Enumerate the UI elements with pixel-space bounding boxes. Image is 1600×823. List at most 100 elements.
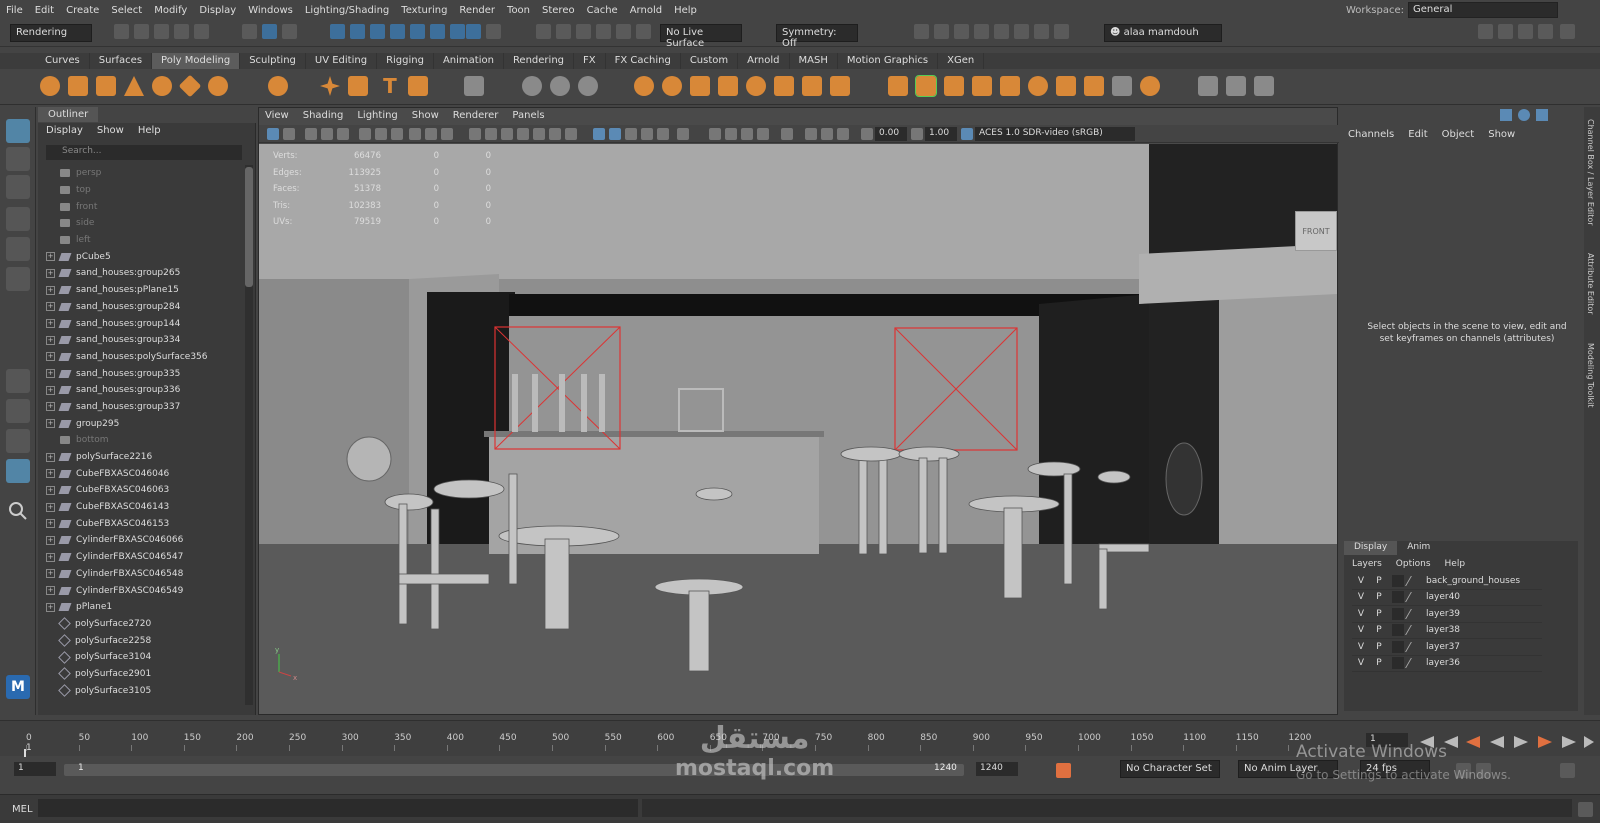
- anti-aliasing-icon[interactable]: [657, 128, 669, 140]
- panel-layout-icon-1[interactable]: [1478, 24, 1493, 39]
- boolean-icon[interactable]: [718, 76, 738, 96]
- outliner-item[interactable]: polySurface3104: [46, 649, 246, 666]
- layer-tab-anim[interactable]: Anim: [1397, 541, 1440, 555]
- mirror-icon[interactable]: [802, 76, 822, 96]
- layer-menu-options[interactable]: Options: [1396, 559, 1431, 569]
- image-plane-icon[interactable]: [321, 128, 333, 140]
- outliner-item[interactable]: + CubeFBXASC046046: [46, 465, 246, 482]
- outliner-item[interactable]: + sand_houses:group334: [46, 332, 246, 349]
- expand-icon[interactable]: +: [46, 552, 55, 562]
- bridge-icon[interactable]: [944, 76, 964, 96]
- bevel-icon[interactable]: [915, 75, 937, 97]
- menu-select[interactable]: Select: [111, 5, 142, 16]
- rotate-tool-icon[interactable]: [6, 237, 30, 261]
- mesh-display-icon[interactable]: [464, 76, 484, 96]
- expand-icon[interactable]: +: [46, 285, 55, 295]
- tab-arnold[interactable]: Arnold: [738, 53, 790, 69]
- outliner-item[interactable]: polySurface2720: [46, 616, 246, 633]
- expand-icon[interactable]: +: [46, 586, 55, 596]
- gamma-icon[interactable]: [911, 128, 923, 140]
- outliner-item[interactable]: + sand_houses:pPlane15: [46, 282, 246, 299]
- layer-row[interactable]: V Player40: [1352, 590, 1542, 606]
- uv-snapshot-icon[interactable]: [578, 76, 598, 96]
- outliner-scroll-thumb[interactable]: [245, 167, 253, 287]
- outliner-item[interactable]: + CylinderFBXASC046547: [46, 549, 246, 566]
- sphere-type-icon[interactable]: [348, 76, 368, 96]
- undo-icon[interactable]: [174, 24, 189, 39]
- layer-color-swatch[interactable]: [1392, 640, 1404, 653]
- outliner-item[interactable]: + pPlane1: [46, 599, 246, 616]
- help-snap-icon[interactable]: [466, 24, 481, 39]
- magnet-icon[interactable]: [596, 24, 611, 39]
- cursor-mode-icon[interactable]: [781, 128, 793, 140]
- channel-box-toggle-icon[interactable]: [1500, 109, 1512, 121]
- field-chart-icon[interactable]: [409, 128, 421, 140]
- planar-uv-icon[interactable]: [1198, 76, 1218, 96]
- layer-playback-toggle[interactable]: P: [1370, 592, 1388, 602]
- snap-surface-icon[interactable]: [410, 24, 425, 39]
- outliner-item[interactable]: + CubeFBXASC046143: [46, 499, 246, 516]
- layer-visibility-toggle[interactable]: V: [1352, 576, 1370, 586]
- menu-file[interactable]: File: [6, 5, 23, 16]
- select-component-icon[interactable]: [282, 24, 297, 39]
- ipr-label-icon[interactable]: [954, 24, 969, 39]
- layer-color-swatch[interactable]: [1392, 591, 1404, 604]
- expand-icon[interactable]: +: [46, 519, 55, 529]
- layer-playback-toggle[interactable]: P: [1370, 642, 1388, 652]
- outliner-item[interactable]: + polySurface2216: [46, 449, 246, 466]
- poly-plane-icon[interactable]: [178, 74, 202, 98]
- tab-sculpting[interactable]: Sculpting: [240, 53, 306, 69]
- shadows-icon[interactable]: [549, 128, 561, 140]
- poly-sphere-icon[interactable]: [40, 76, 60, 96]
- symmetry-select[interactable]: Symmetry: Off: [776, 24, 858, 49]
- scale-tool-icon[interactable]: [6, 267, 30, 291]
- panel-layout-icon-4[interactable]: [1538, 24, 1553, 39]
- menu-lighting-shading[interactable]: Lighting/Shading: [305, 5, 389, 16]
- cv-curve-icon[interactable]: [550, 76, 570, 96]
- construction-icon[interactable]: [576, 24, 591, 39]
- menu-texturing[interactable]: Texturing: [401, 5, 447, 16]
- outliner-search-input[interactable]: Search...: [46, 145, 242, 160]
- new-scene-icon[interactable]: [114, 24, 129, 39]
- outliner-item[interactable]: + sand_houses:group284: [46, 299, 246, 316]
- viewport-panel[interactable]: View Shading Lighting Show Renderer Panels: [258, 107, 1339, 715]
- outliner-item[interactable]: + CylinderFBXASC046548: [46, 566, 246, 583]
- smooth-icon[interactable]: [746, 76, 766, 96]
- tab-fx-caching[interactable]: FX Caching: [606, 53, 681, 69]
- select-tool-icon[interactable]: [6, 119, 30, 143]
- expand-icon[interactable]: +: [46, 385, 55, 395]
- tab-xgen[interactable]: XGen: [938, 53, 985, 69]
- channel-menu-edit[interactable]: Edit: [1408, 129, 1427, 140]
- render-ipr-icon[interactable]: [934, 24, 949, 39]
- poly-cylinder-icon[interactable]: [96, 76, 116, 96]
- panel-layout-icon-5[interactable]: [1560, 24, 1575, 39]
- outliner-menu-show[interactable]: Show: [97, 125, 124, 136]
- svg-tool-icon[interactable]: [408, 76, 428, 96]
- menu-set-select[interactable]: Rendering: [10, 24, 92, 42]
- expand-icon[interactable]: +: [46, 535, 55, 545]
- snap-view-icon[interactable]: [390, 24, 405, 39]
- poly-torus-icon[interactable]: [152, 76, 172, 96]
- outliner-item[interactable]: + CylinderFBXASC046549: [46, 582, 246, 599]
- outliner-item[interactable]: + sand_houses:polySurface356: [46, 349, 246, 366]
- menu-display[interactable]: Display: [199, 5, 236, 16]
- connect-icon[interactable]: [1084, 76, 1104, 96]
- layer-visibility-toggle[interactable]: V: [1352, 642, 1370, 652]
- extract-icon[interactable]: [690, 76, 710, 96]
- lights-icon[interactable]: [533, 128, 545, 140]
- outliner-item[interactable]: + CubeFBXASC046153: [46, 515, 246, 532]
- append-icon[interactable]: [972, 76, 992, 96]
- tab-custom[interactable]: Custom: [681, 53, 739, 69]
- layer-row[interactable]: V Player36: [1352, 656, 1542, 672]
- pause-render-icon[interactable]: [1054, 24, 1069, 39]
- outliner-item[interactable]: polySurface2901: [46, 666, 246, 683]
- outliner-menu-display[interactable]: Display: [46, 125, 83, 136]
- snap-curve-icon[interactable]: [350, 24, 365, 39]
- auto-key-icon[interactable]: [1056, 763, 1071, 778]
- render-settings-icon[interactable]: [974, 24, 989, 39]
- tab-animation[interactable]: Animation: [434, 53, 504, 69]
- outliner-menu-help[interactable]: Help: [138, 125, 161, 136]
- menu-arnold[interactable]: Arnold: [630, 5, 662, 16]
- attribute-toggle-icon[interactable]: [1518, 109, 1530, 121]
- select-hierarchy-icon[interactable]: [242, 24, 257, 39]
